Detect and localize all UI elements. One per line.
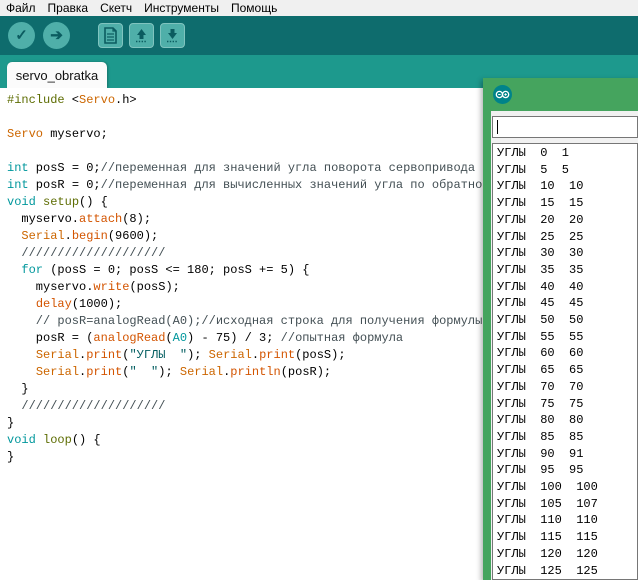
- open-sketch-button[interactable]: [129, 23, 154, 48]
- serial-output-line: УГЛЫ 80 80: [497, 412, 637, 429]
- tab-label: servo_obratka: [16, 68, 98, 83]
- serial-output-line: УГЛЫ 95 95: [497, 462, 637, 479]
- menu-item[interactable]: Скетч: [94, 1, 138, 15]
- upload-button[interactable]: ➔: [43, 22, 70, 49]
- serial-output-line: УГЛЫ 110 110: [497, 512, 637, 529]
- text-caret: [497, 120, 498, 134]
- arduino-ide-window: ФайлПравкаСкетчИнструментыПомощь ✓ ➔: [0, 0, 638, 580]
- tab-servo-obratka[interactable]: servo_obratka: [7, 62, 107, 88]
- serial-monitor-window: УГЛЫ 0 1УГЛЫ 5 5УГЛЫ 10 10УГЛЫ 15 15УГЛЫ…: [483, 78, 638, 580]
- menu-bar: ФайлПравкаСкетчИнструментыПомощь: [0, 0, 638, 16]
- serial-output-line: УГЛЫ 5 5: [497, 162, 637, 179]
- serial-output-line: УГЛЫ 120 120: [497, 546, 637, 563]
- serial-monitor-body: УГЛЫ 0 1УГЛЫ 5 5УГЛЫ 10 10УГЛЫ 15 15УГЛЫ…: [491, 111, 638, 580]
- serial-output-area[interactable]: УГЛЫ 0 1УГЛЫ 5 5УГЛЫ 10 10УГЛЫ 15 15УГЛЫ…: [492, 143, 638, 580]
- verify-check-icon: ✓: [15, 28, 28, 43]
- serial-output-line: УГЛЫ 30 30: [497, 245, 637, 262]
- serial-output-line: УГЛЫ 45 45: [497, 295, 637, 312]
- save-down-arrow-icon: [164, 27, 181, 44]
- serial-output-line: УГЛЫ 85 85: [497, 429, 637, 446]
- serial-output-line: УГЛЫ 60 60: [497, 345, 637, 362]
- save-sketch-button[interactable]: [160, 23, 185, 48]
- serial-output-line: УГЛЫ 40 40: [497, 279, 637, 296]
- serial-output-line: УГЛЫ 70 70: [497, 379, 637, 396]
- serial-output-line: УГЛЫ 0 1: [497, 145, 637, 162]
- serial-output-line: УГЛЫ 115 115: [497, 529, 637, 546]
- open-up-arrow-icon: [133, 27, 150, 44]
- serial-output-line: УГЛЫ 50 50: [497, 312, 637, 329]
- serial-output-line: УГЛЫ 105 107: [497, 496, 637, 513]
- serial-output-line: УГЛЫ 55 55: [497, 329, 637, 346]
- menu-item[interactable]: Файл: [0, 1, 42, 15]
- serial-output-line: УГЛЫ 65 65: [497, 362, 637, 379]
- toolbar: ✓ ➔: [0, 16, 638, 55]
- menu-item[interactable]: Правка: [42, 1, 95, 15]
- serial-output-line: УГЛЫ 15 15: [497, 195, 637, 212]
- serial-output-line: УГЛЫ 90 91: [497, 446, 637, 463]
- serial-send-input[interactable]: [492, 116, 638, 138]
- serial-output-line: УГЛЫ 35 35: [497, 262, 637, 279]
- serial-output-line: УГЛЫ 20 20: [497, 212, 637, 229]
- new-sketch-button[interactable]: [98, 23, 123, 48]
- serial-output-line: УГЛЫ 25 25: [497, 229, 637, 246]
- new-sketch-icon: [103, 27, 118, 44]
- serial-output-line: УГЛЫ 125 125: [497, 563, 637, 580]
- menu-item[interactable]: Помощь: [225, 1, 283, 15]
- serial-output-line: УГЛЫ 75 75: [497, 396, 637, 413]
- arduino-logo-icon: [493, 85, 512, 104]
- menu-item[interactable]: Инструменты: [138, 1, 225, 15]
- serial-output-line: УГЛЫ 100 100: [497, 479, 637, 496]
- verify-button[interactable]: ✓: [8, 22, 35, 49]
- serial-monitor-titlebar[interactable]: [483, 78, 638, 111]
- upload-arrow-icon: ➔: [50, 28, 63, 43]
- serial-output-line: УГЛЫ 10 10: [497, 178, 637, 195]
